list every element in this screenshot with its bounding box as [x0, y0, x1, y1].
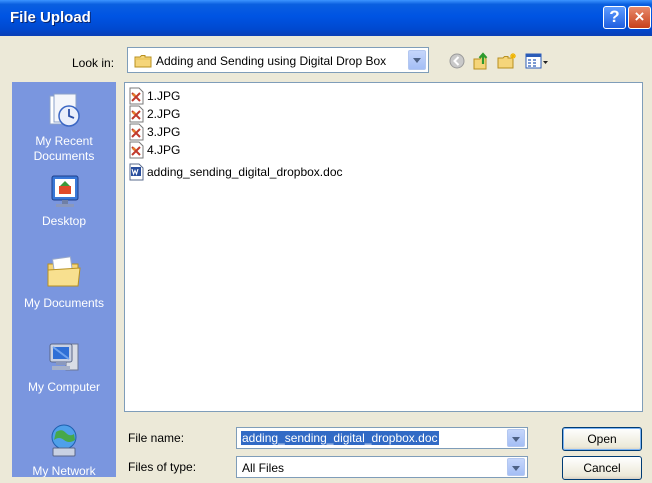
back-icon[interactable]	[447, 51, 467, 74]
file-type-value: All Files	[242, 461, 285, 475]
place-label: My Network	[32, 464, 96, 477]
file-item[interactable]: 2.JPG	[129, 105, 180, 123]
word-document-icon	[129, 163, 144, 181]
place-label: My Computer	[27, 380, 101, 394]
new-folder-icon[interactable]	[496, 51, 518, 74]
file-name-label: File name:	[128, 431, 185, 445]
place-my-recent-documents[interactable]: My Recent Documents	[12, 92, 116, 164]
my-computer-icon	[49, 343, 79, 371]
image-file-icon	[129, 123, 144, 141]
place-label: My Documents	[23, 296, 105, 310]
desktop-icon	[51, 175, 79, 207]
file-name-input[interactable]: adding_sending_digital_dropbox.doc	[236, 427, 528, 449]
chevron-down-icon[interactable]	[507, 458, 525, 476]
image-file-icon	[129, 141, 144, 159]
file-name-value: adding_sending_digital_dropbox.doc	[241, 431, 439, 445]
file-list[interactable]: 1.JPG 2.JPG 3.JPG 4.JPG adding_sending_d…	[124, 82, 643, 412]
place-my-documents[interactable]: My Documents	[12, 254, 116, 311]
file-item[interactable]: 4.JPG	[129, 141, 180, 159]
open-button[interactable]: Open	[562, 427, 642, 451]
file-name: 1.JPG	[147, 89, 181, 103]
file-name: 2.JPG	[147, 107, 181, 121]
places-bar: My Recent Documents Desktop My Documents	[12, 82, 116, 477]
look-in-dropdown[interactable]: Adding and Sending using Digital Drop Bo…	[127, 47, 429, 73]
up-folder-icon[interactable]	[471, 51, 491, 74]
place-desktop[interactable]: Desktop	[12, 172, 116, 229]
view-menu-icon[interactable]	[524, 51, 550, 74]
my-network-icon	[51, 424, 77, 457]
place-label: My Recent	[35, 134, 93, 148]
recent-documents-icon	[49, 93, 80, 127]
place-my-computer[interactable]: My Computer	[12, 338, 116, 395]
window-title: File Upload	[10, 9, 91, 26]
file-item[interactable]: 1.JPG	[129, 87, 180, 105]
look-in-value: Adding and Sending using Digital Drop Bo…	[156, 54, 387, 68]
look-in-label: Look in:	[72, 56, 115, 70]
place-label: Desktop	[41, 214, 87, 228]
close-button[interactable]: ×	[628, 6, 651, 29]
place-label: Documents	[33, 149, 95, 163]
place-my-network[interactable]: My Network	[12, 422, 116, 477]
folder-icon	[134, 54, 152, 71]
chevron-down-icon[interactable]	[408, 50, 426, 70]
image-file-icon	[129, 87, 144, 105]
file-type-label: Files of type:	[128, 460, 197, 474]
file-name: 4.JPG	[147, 143, 181, 157]
file-upload-dialog: File Upload ? × Look in: Adding and Send…	[0, 0, 652, 483]
help-button[interactable]: ?	[603, 6, 626, 29]
file-name: adding_sending_digital_dropbox.doc	[147, 165, 343, 179]
title-bar[interactable]: File Upload ? ×	[0, 0, 652, 36]
image-file-icon	[129, 105, 144, 123]
file-item[interactable]: 3.JPG	[129, 123, 180, 141]
my-documents-icon	[47, 256, 81, 287]
file-name: 3.JPG	[147, 125, 181, 139]
chevron-down-icon[interactable]	[507, 429, 525, 447]
cancel-button[interactable]: Cancel	[562, 456, 642, 480]
file-item[interactable]: adding_sending_digital_dropbox.doc	[129, 163, 343, 181]
file-type-select[interactable]: All Files	[236, 456, 528, 478]
